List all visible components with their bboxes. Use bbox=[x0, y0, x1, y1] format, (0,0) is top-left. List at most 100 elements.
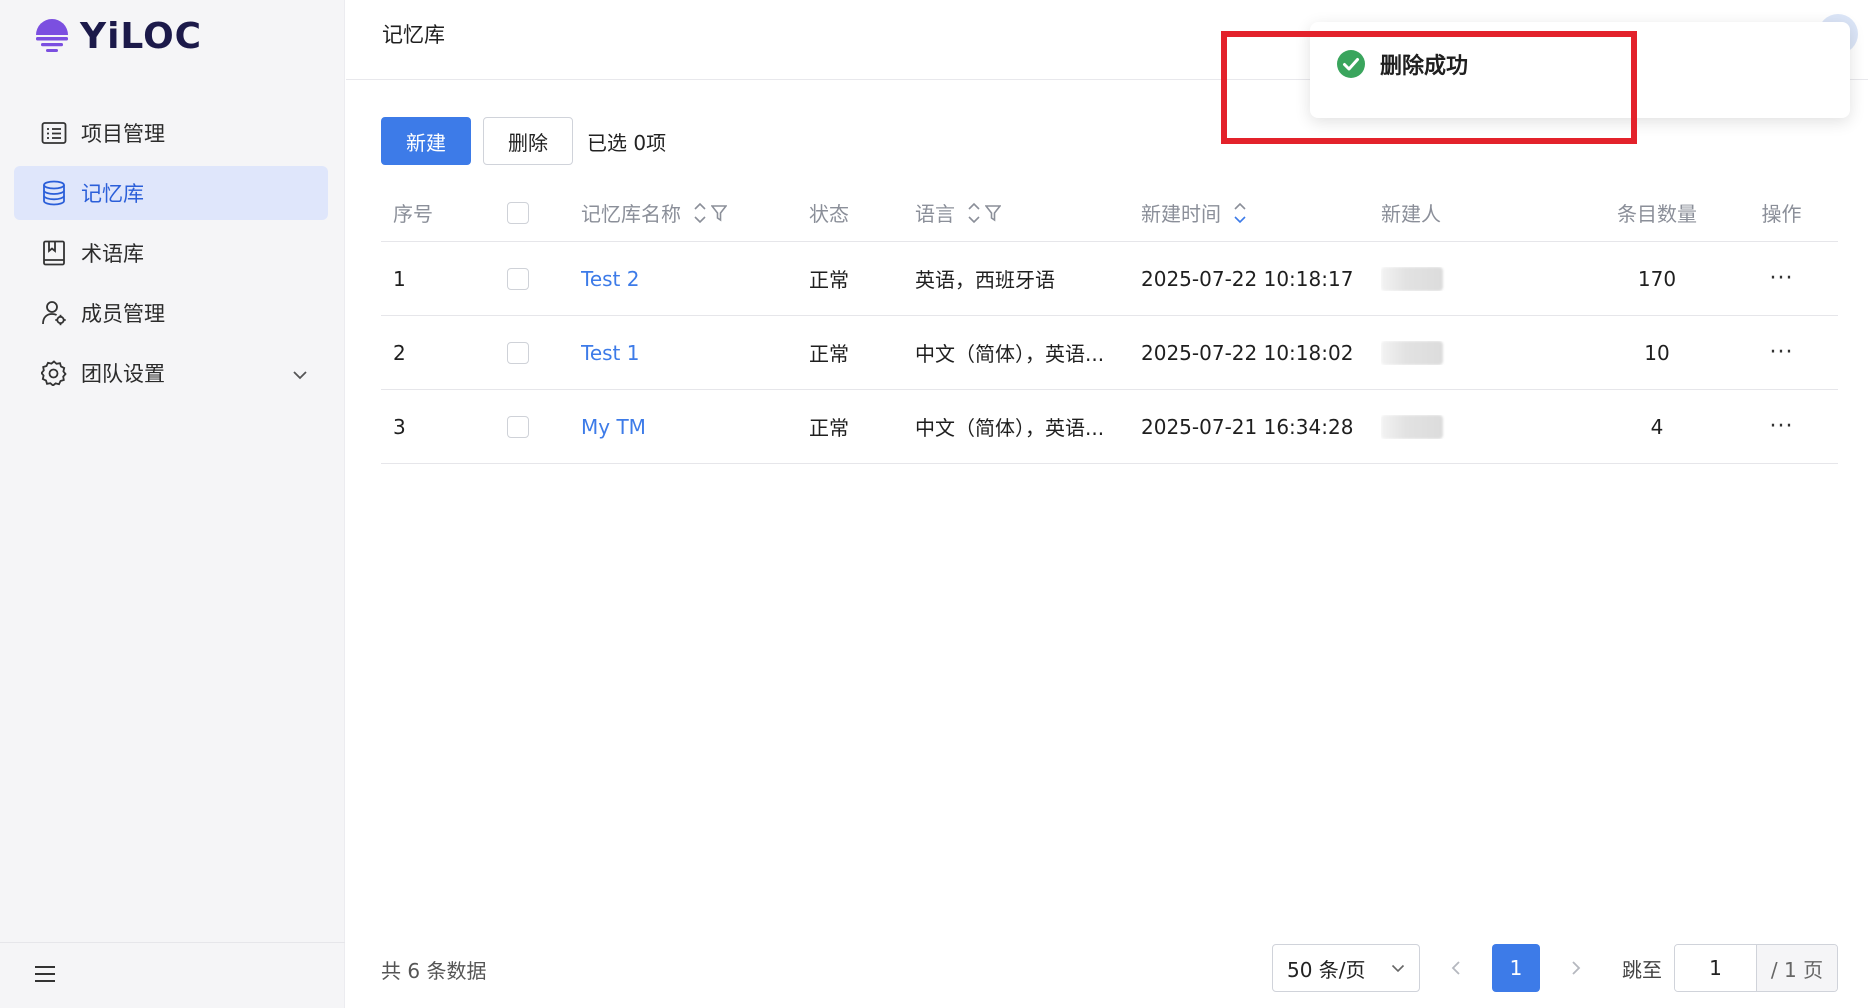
row-status: 正常 bbox=[809, 268, 849, 292]
sidebar-item-members[interactable]: 成员管理 bbox=[14, 286, 328, 340]
page-size-select[interactable]: 50 条/页 bbox=[1272, 944, 1420, 992]
column-header-language: 语言 bbox=[915, 198, 1141, 227]
database-icon bbox=[39, 178, 69, 208]
row-creator bbox=[1381, 340, 1589, 365]
prev-page-icon[interactable] bbox=[1436, 960, 1476, 976]
sidebar-item-label: 项目管理 bbox=[81, 122, 165, 146]
row-language: 中文（简体），英语... bbox=[915, 416, 1105, 440]
memory-name-link[interactable]: My TM bbox=[581, 415, 646, 439]
sidebar-footer bbox=[0, 942, 345, 1008]
row-language: 英语，西班牙语 bbox=[915, 268, 1055, 292]
column-header-created: 新建时间 bbox=[1141, 198, 1381, 227]
sidebar-nav: 项目管理 记忆库 术语库 成员管理 团队设置 bbox=[14, 106, 328, 406]
sidebar-item-team-settings[interactable]: 团队设置 bbox=[14, 346, 328, 400]
row-checkbox-cell bbox=[507, 267, 581, 290]
row-creator bbox=[1381, 414, 1589, 439]
redacted-creator bbox=[1381, 340, 1443, 365]
column-header-status: 状态 bbox=[809, 202, 849, 226]
list-icon bbox=[39, 118, 69, 148]
row-status: 正常 bbox=[809, 342, 849, 366]
row-index: 3 bbox=[393, 414, 406, 439]
column-header-label: 记忆库名称 bbox=[581, 202, 681, 226]
row-count: 170 bbox=[1637, 266, 1677, 291]
sidebar-item-projects[interactable]: 项目管理 bbox=[14, 106, 328, 160]
next-page-icon[interactable] bbox=[1556, 960, 1596, 976]
row-language: 中文（简体），英语... bbox=[915, 342, 1105, 366]
row-name-cell: Test 2 bbox=[581, 267, 809, 291]
row-created-time: 2025-07-22 10:18:17 bbox=[1141, 266, 1354, 291]
jump-page-input[interactable] bbox=[1675, 945, 1757, 991]
logo-icon bbox=[36, 18, 68, 52]
row-checkbox[interactable] bbox=[507, 415, 529, 438]
memory-table: 序号 记忆库名称 状态 语言 新建时间 新建人 条目数量 操作 1 Test 2… bbox=[381, 184, 1838, 464]
row-checkbox-cell bbox=[507, 415, 581, 438]
row-index: 2 bbox=[393, 340, 406, 365]
toast-message: 删除成功 bbox=[1380, 54, 1469, 79]
row-name-cell: My TM bbox=[581, 415, 809, 439]
filter-icon[interactable] bbox=[985, 204, 1001, 222]
memory-name-link[interactable]: Test 1 bbox=[581, 341, 639, 365]
row-created-time: 2025-07-22 10:18:02 bbox=[1141, 340, 1354, 365]
row-name-cell: Test 1 bbox=[581, 341, 809, 365]
menu-icon[interactable] bbox=[34, 965, 56, 987]
redacted-creator bbox=[1381, 414, 1443, 439]
row-actions-cell: ··· bbox=[1725, 414, 1838, 439]
filter-icon[interactable] bbox=[711, 204, 727, 222]
more-icon[interactable]: ··· bbox=[1770, 414, 1794, 439]
column-header-actions: 操作 bbox=[1761, 202, 1802, 226]
select-all-checkbox[interactable] bbox=[507, 201, 529, 224]
sidebar-item-label: 成员管理 bbox=[81, 302, 165, 326]
column-header-label: 语言 bbox=[915, 202, 955, 226]
total-pages: / 1 页 bbox=[1757, 945, 1837, 991]
row-created-time: 2025-07-21 16:34:28 bbox=[1141, 414, 1354, 439]
table-row: 3 My TM 正常 中文（简体），英语... 2025-07-21 16:34… bbox=[381, 390, 1838, 464]
sidebar-item-label: 术语库 bbox=[81, 242, 144, 266]
select-all-cell bbox=[507, 201, 581, 224]
page-size-value: 50 条/页 bbox=[1287, 957, 1366, 982]
toolbar: 新建 删除 已选 0项 bbox=[381, 117, 666, 165]
more-icon[interactable]: ··· bbox=[1770, 266, 1794, 291]
page-button-current[interactable]: 1 bbox=[1492, 944, 1540, 992]
chevron-down-icon[interactable] bbox=[292, 361, 308, 385]
pagination: 50 条/页 1 跳至 / 1 页 bbox=[1272, 944, 1838, 992]
sort-icon[interactable] bbox=[1233, 200, 1247, 226]
column-header-index: 序号 bbox=[393, 202, 433, 226]
more-icon[interactable]: ··· bbox=[1770, 340, 1794, 365]
sidebar: YiLOC 项目管理 记忆库 术语库 成员管理 团队设置 bbox=[0, 0, 345, 1008]
column-header-count: 条目数量 bbox=[1617, 202, 1697, 226]
gear-icon bbox=[39, 358, 69, 388]
row-count: 4 bbox=[1650, 414, 1664, 439]
sidebar-item-label: 团队设置 bbox=[81, 362, 165, 386]
memory-name-link[interactable]: Test 2 bbox=[581, 267, 639, 291]
sidebar-item-termbase[interactable]: 术语库 bbox=[14, 226, 328, 280]
row-index: 1 bbox=[393, 266, 406, 291]
table-header: 序号 记忆库名称 状态 语言 新建时间 新建人 条目数量 操作 bbox=[381, 184, 1838, 242]
sidebar-item-memory[interactable]: 记忆库 bbox=[14, 166, 328, 220]
sort-icon[interactable] bbox=[967, 200, 981, 226]
row-status: 正常 bbox=[809, 416, 849, 440]
table-row: 2 Test 1 正常 中文（简体），英语... 2025-07-22 10:1… bbox=[381, 316, 1838, 390]
book-icon bbox=[39, 238, 69, 268]
row-actions-cell: ··· bbox=[1725, 266, 1838, 291]
row-checkbox[interactable] bbox=[507, 267, 529, 290]
new-button[interactable]: 新建 bbox=[381, 117, 471, 165]
sidebar-item-label: 记忆库 bbox=[81, 182, 144, 206]
delete-button[interactable]: 删除 bbox=[483, 117, 573, 165]
sort-icon[interactable] bbox=[693, 200, 707, 226]
row-count: 10 bbox=[1644, 340, 1670, 365]
jump-label: 跳至 bbox=[1622, 957, 1662, 982]
table-row: 1 Test 2 正常 英语，西班牙语 2025-07-22 10:18:17 … bbox=[381, 242, 1838, 316]
logo-text: YiLOC bbox=[80, 16, 203, 57]
page-title: 记忆库 bbox=[382, 22, 445, 47]
logo[interactable]: YiLOC bbox=[34, 16, 202, 57]
selected-count: 已选 0项 bbox=[587, 130, 667, 155]
column-header-creator: 新建人 bbox=[1381, 202, 1441, 226]
row-actions-cell: ··· bbox=[1725, 340, 1838, 365]
column-header-label: 新建时间 bbox=[1141, 202, 1221, 226]
row-checkbox[interactable] bbox=[507, 341, 529, 364]
user-gear-icon bbox=[39, 298, 69, 328]
total-count: 共 6 条数据 bbox=[381, 959, 487, 983]
redacted-creator bbox=[1381, 266, 1443, 291]
row-checkbox-cell bbox=[507, 341, 581, 364]
jump-group: / 1 页 bbox=[1674, 944, 1838, 992]
